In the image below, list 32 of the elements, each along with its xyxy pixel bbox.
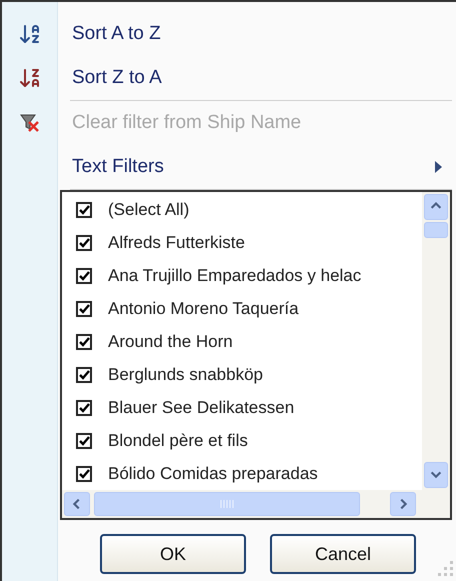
list-item[interactable]: Blondel père et fils bbox=[108, 428, 248, 454]
horizontal-scrollbar[interactable] bbox=[62, 490, 450, 518]
list-item[interactable]: Bólido Comidas preparadas bbox=[108, 460, 318, 486]
checkbox[interactable] bbox=[76, 400, 92, 416]
scroll-thumb[interactable] bbox=[424, 222, 448, 238]
checkbox[interactable] bbox=[76, 234, 92, 250]
list-item[interactable]: Berglunds snabbköp bbox=[108, 362, 264, 388]
sort-descending-icon bbox=[18, 66, 42, 90]
dialog-button[interactable]: Cancel bbox=[270, 534, 416, 574]
menu-item[interactable]: Sort A to Z bbox=[72, 20, 161, 48]
checkbox[interactable] bbox=[76, 466, 92, 482]
submenu-arrow-icon bbox=[435, 161, 442, 173]
list-item[interactable]: Ana Trujillo Emparedados y helac bbox=[108, 262, 362, 288]
checkbox[interactable] bbox=[76, 334, 92, 350]
list-item[interactable]: (Select All) bbox=[108, 196, 190, 222]
checkbox[interactable] bbox=[76, 300, 92, 316]
checkbox[interactable] bbox=[76, 432, 92, 448]
vertical-scrollbar[interactable] bbox=[422, 192, 450, 490]
list-item[interactable]: Antonio Moreno Taquería bbox=[108, 296, 299, 322]
checkbox[interactable] bbox=[76, 268, 92, 284]
dialog-button[interactable]: OK bbox=[100, 534, 246, 574]
checkbox[interactable] bbox=[76, 202, 92, 218]
grip-lines-icon bbox=[220, 499, 234, 509]
menu-item[interactable]: Text Filters bbox=[72, 152, 164, 182]
sort-ascending-icon bbox=[18, 22, 42, 46]
list-item[interactable]: Blauer See Delikatessen bbox=[108, 394, 294, 420]
list-item[interactable]: Around the Horn bbox=[108, 328, 233, 354]
checkbox[interactable] bbox=[76, 366, 92, 382]
clear-filter-icon bbox=[19, 112, 41, 134]
list-item[interactable]: Alfreds Futterkiste bbox=[108, 230, 245, 256]
resize-grip-icon bbox=[436, 559, 454, 577]
menu-item[interactable]: Sort Z to A bbox=[72, 64, 162, 92]
